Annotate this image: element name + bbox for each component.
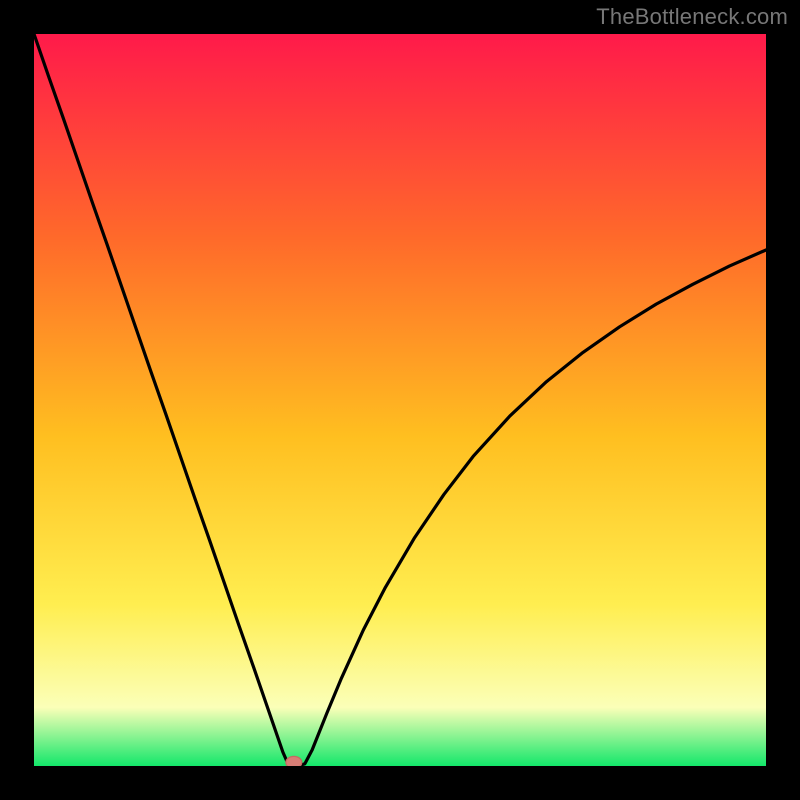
plot-area — [34, 34, 766, 766]
bottleneck-chart — [34, 34, 766, 766]
chart-frame: TheBottleneck.com — [0, 0, 800, 800]
gradient-background — [34, 34, 766, 766]
optimal-point-marker — [286, 756, 302, 766]
watermark-text: TheBottleneck.com — [596, 4, 788, 30]
